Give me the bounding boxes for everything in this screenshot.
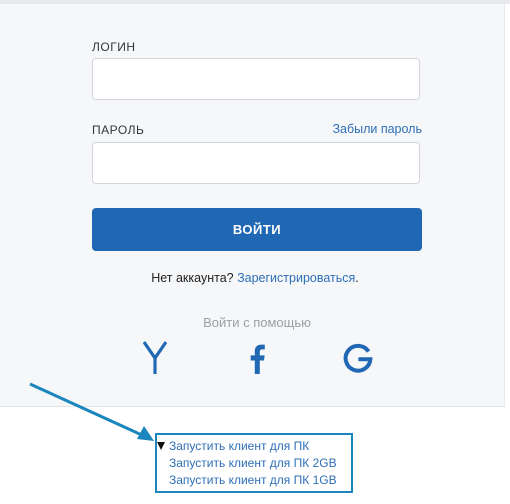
expand-triangle-icon[interactable] <box>157 442 165 450</box>
forgot-password-link[interactable]: Забыли пароль <box>332 122 422 136</box>
annotation-arrow <box>29 382 154 441</box>
no-account-line: Нет аккаунта? Зарегистрироваться. <box>0 271 510 285</box>
password-label: ПАРОЛЬ <box>92 123 145 137</box>
yandex-icon <box>143 341 167 374</box>
launch-client-pc-2gb-link[interactable]: Запустить клиент для ПК 2GB <box>169 455 351 472</box>
login-button[interactable]: ВОЙТИ <box>92 208 422 251</box>
yandex-login-button[interactable] <box>138 338 172 378</box>
no-account-text: Нет аккаунта? <box>151 271 234 285</box>
username-input[interactable] <box>92 58 420 100</box>
launch-client-pc-1gb-link[interactable]: Запустить клиент для ПК 1GB <box>169 472 351 489</box>
launch-client-pc-link[interactable]: Запустить клиент для ПК <box>157 438 351 455</box>
google-login-button[interactable] <box>340 338 376 378</box>
username-label: ЛОГИН <box>92 40 136 54</box>
password-input[interactable] <box>92 142 420 184</box>
facebook-login-button[interactable] <box>242 338 272 378</box>
client-launch-list: Запустить клиент для ПК Запустить клиент… <box>155 433 353 493</box>
facebook-icon <box>250 344 265 374</box>
register-suffix: . <box>355 271 359 285</box>
launch-client-pc-label: Запустить клиент для ПК <box>169 439 310 453</box>
google-icon <box>343 343 373 373</box>
register-link[interactable]: Зарегистрироваться <box>237 271 355 285</box>
social-login-caption: Войти с помощью <box>203 315 311 330</box>
